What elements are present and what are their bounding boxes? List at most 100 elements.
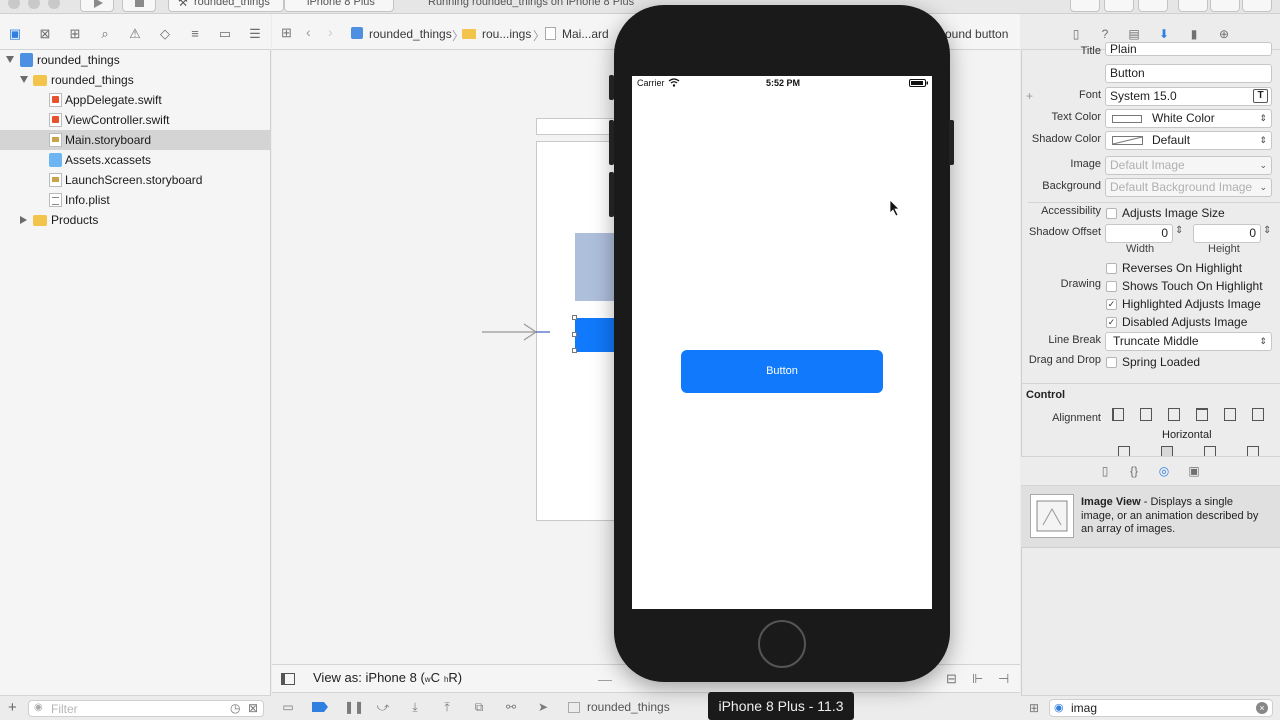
toggle-debug-button[interactable] [1210,0,1240,12]
align-bottom-icon[interactable] [1204,446,1216,456]
embed-in-stack-icon[interactable]: ⊟ [946,671,957,687]
image-combo-field[interactable]: Default Image ⌄ [1105,156,1272,175]
report-icon[interactable]: ☰ [247,26,263,42]
recent-files-icon[interactable]: ◷ [230,701,240,715]
volume-down-button[interactable] [609,172,614,217]
text-color-select[interactable]: White Color ⇕ [1105,109,1272,128]
search-icon[interactable]: ⌕ [97,26,113,42]
library-item-image-view[interactable]: Image View - Displays a single image, or… [1021,486,1280,548]
tree-item-products[interactable]: Products [0,210,271,230]
align-vfill-icon[interactable] [1247,446,1259,456]
title-type-select[interactable]: Plain [1105,42,1272,56]
align-top-icon[interactable] [1118,446,1130,456]
simulator-screen[interactable]: Carrier 5:52 PM [632,76,932,609]
shows-touch-on-highlight-checkbox[interactable] [1106,281,1117,292]
reverses-on-highlight-checkbox[interactable] [1106,263,1117,274]
stop-button[interactable] [122,0,156,12]
width-stepper-icon[interactable]: ⇕ [1175,225,1183,236]
navigator-filter-field[interactable]: ◉ Filter [28,700,264,717]
align-trailing-icon[interactable] [1252,408,1264,421]
editor-standard-button[interactable] [1070,0,1100,12]
title-text-field[interactable]: Button [1105,64,1272,83]
disclosure-triangle-icon[interactable] [6,56,14,63]
breadcrumb-group[interactable]: rou...ings [482,27,531,41]
resize-handle[interactable] [572,315,577,320]
shadow-offset-width-field[interactable]: 0 [1105,224,1173,243]
background-combo-field[interactable]: Default Background Image ⌄ [1105,178,1272,197]
add-icon[interactable]: + [8,699,17,716]
power-button[interactable] [949,120,954,165]
align-middle-icon[interactable] [1161,446,1173,456]
memory-graph-icon[interactable]: ⚯ [504,701,518,713]
resize-handle[interactable] [572,332,577,337]
step-in-icon[interactable]: ⤓ [408,701,422,713]
step-over-icon[interactable]: ⤻ [376,701,390,713]
tree-item-assets[interactable]: Assets.xcassets [0,150,271,170]
size-inspector-icon[interactable]: ▮ [1187,27,1201,41]
related-items-icon[interactable]: ⊞ [281,25,292,41]
chevron-down-icon[interactable]: ⌄ [1259,157,1267,174]
location-icon[interactable]: ➤ [536,701,550,713]
zoom-out-icon[interactable]: — [598,671,612,687]
editor-version-button[interactable] [1138,0,1168,12]
align-icon[interactable]: ⊩ [972,671,983,687]
test-icon[interactable]: ◇ [157,26,173,42]
tree-item-infoplist[interactable]: Info.plist [0,190,271,210]
disclosure-triangle-icon[interactable] [20,76,28,83]
horizontal-alignment-control[interactable] [1106,407,1272,425]
library-search-field[interactable]: ◉ imag × [1049,699,1273,717]
align-left-icon[interactable] [1112,408,1124,421]
back-icon[interactable]: ‹ [306,24,311,40]
breakpoints-toggle-icon[interactable] [312,702,328,712]
code-snippet-icon[interactable]: {} [1127,464,1141,478]
breadcrumb-project[interactable]: rounded_things [369,27,452,41]
tree-item-viewcontroller[interactable]: ViewController.swift [0,110,271,130]
font-field[interactable]: System 15.0 T [1105,87,1272,106]
minimize-window-button[interactable] [28,0,40,9]
font-picker-icon[interactable]: T [1253,89,1268,103]
resize-handle[interactable] [572,348,577,353]
run-button[interactable] [80,0,114,12]
zoom-window-button[interactable] [48,0,60,9]
highlighted-adjusts-image-checkbox[interactable]: ✓ [1106,299,1117,310]
file-template-icon[interactable]: ▯ [1098,464,1112,478]
resolve-layout-icon[interactable]: ⊣ [998,671,1009,687]
vertical-alignment-control[interactable] [1106,444,1272,456]
chevron-down-icon[interactable]: ⌄ [1259,179,1267,196]
align-leading-icon[interactable] [1224,408,1236,421]
file-inspector-icon[interactable]: ▯ [1069,27,1083,41]
shadow-offset-height-field[interactable]: 0 [1193,224,1261,243]
tree-item-project[interactable]: rounded_things [0,50,271,70]
shadow-color-select[interactable]: Default ⇕ [1105,131,1272,150]
step-out-icon[interactable]: ⤒ [440,701,454,713]
debug-icon[interactable]: ≡ [187,26,203,42]
grid-view-icon[interactable]: ⊞ [1029,701,1039,715]
height-stepper-icon[interactable]: ⇕ [1263,225,1271,236]
view-as-device[interactable]: View as: iPhone 8 (wC hR) [313,670,462,685]
source-control-icon[interactable]: ⊠ [37,26,53,42]
toggle-inspector-button[interactable] [1242,0,1272,12]
document-outline-icon[interactable] [281,673,295,685]
disabled-adjusts-image-checkbox[interactable]: ✓ [1106,317,1117,328]
align-fill-icon[interactable] [1196,408,1208,421]
tree-item-appdelegate[interactable]: AppDelegate.swift [0,90,271,110]
close-window-button[interactable] [8,0,20,9]
breadcrumb-selection[interactable]: ound button [945,27,1008,41]
tree-item-group[interactable]: rounded_things [0,70,271,90]
warning-icon[interactable]: ⚠ [127,26,143,42]
spring-loaded-checkbox[interactable] [1106,357,1117,368]
forward-icon[interactable]: › [328,24,333,40]
media-library-icon[interactable]: ▣ [1187,464,1201,478]
mute-switch[interactable] [609,75,614,100]
debug-target-name[interactable]: rounded_things [587,700,670,714]
line-break-select[interactable]: Truncate Middle ⇕ [1105,332,1272,351]
identity-inspector-icon[interactable]: ▤ [1127,27,1141,41]
breakpoint-icon[interactable]: ▭ [217,26,233,42]
editor-assistant-button[interactable] [1104,0,1134,12]
object-library-icon[interactable]: ◎ [1157,464,1171,478]
help-inspector-icon[interactable]: ? [1098,27,1112,41]
tree-item-main-storyboard[interactable]: Main.storyboard [0,130,271,150]
toggle-navigator-button[interactable] [1178,0,1208,12]
clear-search-icon[interactable]: × [1256,702,1268,714]
adjusts-image-size-checkbox[interactable] [1106,208,1117,219]
